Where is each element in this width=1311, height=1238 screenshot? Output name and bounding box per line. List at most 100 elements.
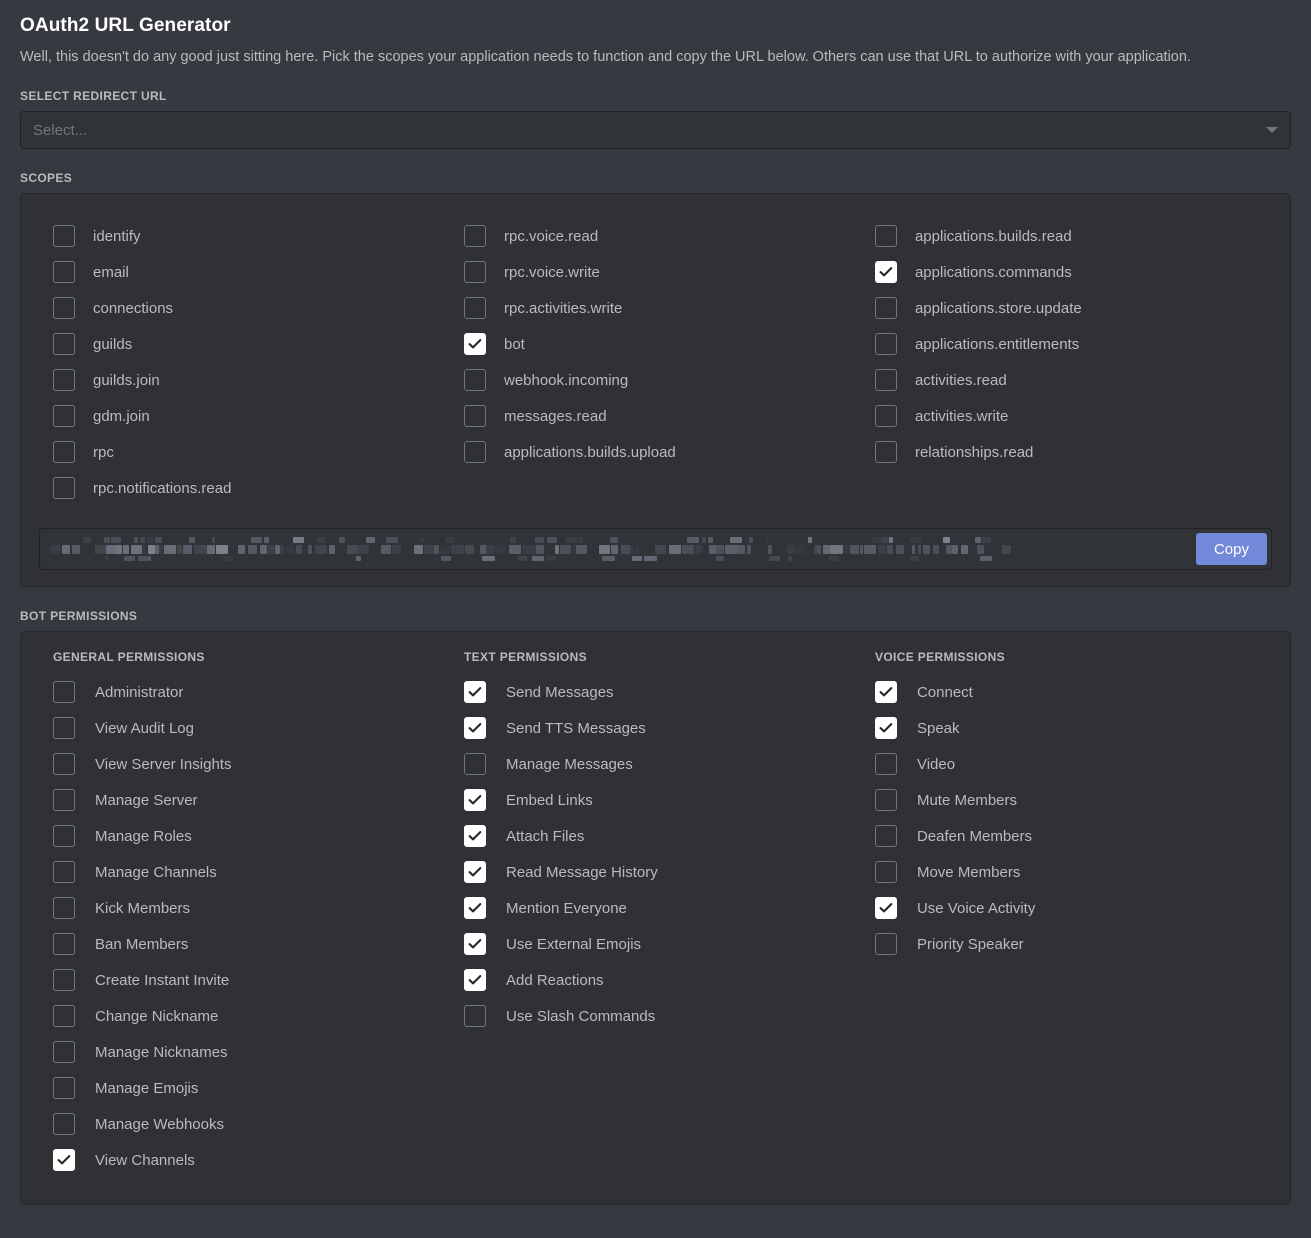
permission-row[interactable]: View Audit Log [39, 710, 450, 746]
checkbox-checked-icon[interactable] [874, 681, 897, 703]
scope-row[interactable]: identify [39, 218, 450, 254]
checkbox-unchecked-icon[interactable] [53, 1077, 75, 1099]
permission-row[interactable]: Kick Members [39, 890, 450, 926]
scope-row[interactable]: rpc [39, 434, 450, 470]
generated-url-redacted-text[interactable] [50, 536, 1196, 562]
permission-row[interactable]: Use Voice Activity [861, 890, 1272, 926]
checkbox-unchecked-icon[interactable] [463, 405, 486, 427]
checkbox-checked-icon[interactable] [463, 897, 486, 919]
scope-row[interactable]: applications.store.update [861, 290, 1272, 326]
checkbox-unchecked-icon[interactable] [463, 1005, 486, 1027]
scope-row[interactable]: applications.builds.upload [450, 434, 861, 470]
scope-row[interactable]: guilds.join [39, 362, 450, 398]
checkbox-checked-icon[interactable] [463, 969, 486, 991]
scope-row[interactable]: email [39, 254, 450, 290]
checkbox-unchecked-icon[interactable] [53, 261, 75, 283]
permission-row[interactable]: Priority Speaker [861, 926, 1272, 962]
checkbox-checked-icon[interactable] [463, 717, 486, 739]
permission-row[interactable]: Manage Roles [39, 818, 450, 854]
checkbox-unchecked-icon[interactable] [53, 1005, 75, 1027]
permission-row[interactable]: Mention Everyone [450, 890, 861, 926]
permission-row[interactable]: Embed Links [450, 782, 861, 818]
checkbox-checked-icon[interactable] [874, 717, 897, 739]
scope-row[interactable]: relationships.read [861, 434, 1272, 470]
scope-row[interactable]: applications.entitlements [861, 326, 1272, 362]
checkbox-checked-icon[interactable] [463, 933, 486, 955]
permission-row[interactable]: Manage Channels [39, 854, 450, 890]
checkbox-unchecked-icon[interactable] [53, 933, 75, 955]
copy-button[interactable]: Copy [1195, 533, 1267, 565]
checkbox-unchecked-icon[interactable] [53, 753, 75, 775]
checkbox-unchecked-icon[interactable] [874, 789, 897, 811]
checkbox-unchecked-icon[interactable] [874, 297, 897, 319]
redirect-url-select[interactable]: Select... [20, 111, 1291, 149]
checkbox-checked-icon[interactable] [874, 897, 897, 919]
checkbox-unchecked-icon[interactable] [53, 297, 75, 319]
scope-row[interactable]: activities.read [861, 362, 1272, 398]
scope-row[interactable]: rpc.voice.write [450, 254, 861, 290]
permission-row[interactable]: Manage Emojis [39, 1070, 450, 1106]
scope-row[interactable]: messages.read [450, 398, 861, 434]
checkbox-unchecked-icon[interactable] [463, 297, 486, 319]
permission-row[interactable]: Speak [861, 710, 1272, 746]
checkbox-checked-icon[interactable] [463, 681, 486, 703]
scope-row[interactable]: activities.write [861, 398, 1272, 434]
checkbox-unchecked-icon[interactable] [874, 861, 897, 883]
scope-row[interactable]: bot [450, 326, 861, 362]
scope-row[interactable]: gdm.join [39, 398, 450, 434]
checkbox-unchecked-icon[interactable] [874, 933, 897, 955]
permission-row[interactable]: Mute Members [861, 782, 1272, 818]
permission-row[interactable]: Manage Server [39, 782, 450, 818]
permission-row[interactable]: Connect [861, 674, 1272, 710]
checkbox-unchecked-icon[interactable] [463, 225, 486, 247]
checkbox-unchecked-icon[interactable] [874, 225, 897, 247]
checkbox-unchecked-icon[interactable] [874, 405, 897, 427]
checkbox-unchecked-icon[interactable] [53, 1113, 75, 1135]
permission-row[interactable]: Attach Files [450, 818, 861, 854]
checkbox-unchecked-icon[interactable] [463, 261, 486, 283]
checkbox-unchecked-icon[interactable] [53, 225, 75, 247]
checkbox-unchecked-icon[interactable] [53, 441, 75, 463]
permission-row[interactable]: View Channels [39, 1142, 450, 1178]
scope-row[interactable]: connections [39, 290, 450, 326]
permission-row[interactable]: Read Message History [450, 854, 861, 890]
scope-row[interactable]: webhook.incoming [450, 362, 861, 398]
checkbox-checked-icon[interactable] [53, 1149, 75, 1171]
permission-row[interactable]: Create Instant Invite [39, 962, 450, 998]
checkbox-unchecked-icon[interactable] [53, 369, 75, 391]
permission-row[interactable]: Ban Members [39, 926, 450, 962]
checkbox-checked-icon[interactable] [463, 861, 486, 883]
scope-row[interactable]: applications.commands [861, 254, 1272, 290]
permission-row[interactable]: Change Nickname [39, 998, 450, 1034]
permission-row[interactable]: Manage Nicknames [39, 1034, 450, 1070]
scope-row[interactable]: rpc.notifications.read [39, 470, 450, 506]
permission-row[interactable]: Send Messages [450, 674, 861, 710]
permission-row[interactable]: Use Slash Commands [450, 998, 861, 1034]
permission-row[interactable]: View Server Insights [39, 746, 450, 782]
scope-row[interactable]: rpc.voice.read [450, 218, 861, 254]
checkbox-unchecked-icon[interactable] [53, 717, 75, 739]
checkbox-unchecked-icon[interactable] [874, 333, 897, 355]
permission-row[interactable]: Manage Webhooks [39, 1106, 450, 1142]
checkbox-unchecked-icon[interactable] [874, 369, 897, 391]
permission-row[interactable]: Add Reactions [450, 962, 861, 998]
permission-row[interactable]: Move Members [861, 854, 1272, 890]
permission-row[interactable]: Manage Messages [450, 746, 861, 782]
checkbox-unchecked-icon[interactable] [53, 333, 75, 355]
checkbox-unchecked-icon[interactable] [874, 441, 897, 463]
permission-row[interactable]: Administrator [39, 674, 450, 710]
checkbox-unchecked-icon[interactable] [463, 441, 486, 463]
permission-row[interactable]: Send TTS Messages [450, 710, 861, 746]
permission-row[interactable]: Deafen Members [861, 818, 1272, 854]
checkbox-unchecked-icon[interactable] [53, 969, 75, 991]
scope-row[interactable]: guilds [39, 326, 450, 362]
checkbox-unchecked-icon[interactable] [463, 369, 486, 391]
checkbox-checked-icon[interactable] [874, 261, 897, 283]
checkbox-unchecked-icon[interactable] [53, 825, 75, 847]
checkbox-unchecked-icon[interactable] [53, 789, 75, 811]
checkbox-unchecked-icon[interactable] [53, 477, 75, 499]
permission-row[interactable]: Video [861, 746, 1272, 782]
scope-row[interactable]: applications.builds.read [861, 218, 1272, 254]
checkbox-unchecked-icon[interactable] [874, 825, 897, 847]
permission-row[interactable]: Use External Emojis [450, 926, 861, 962]
